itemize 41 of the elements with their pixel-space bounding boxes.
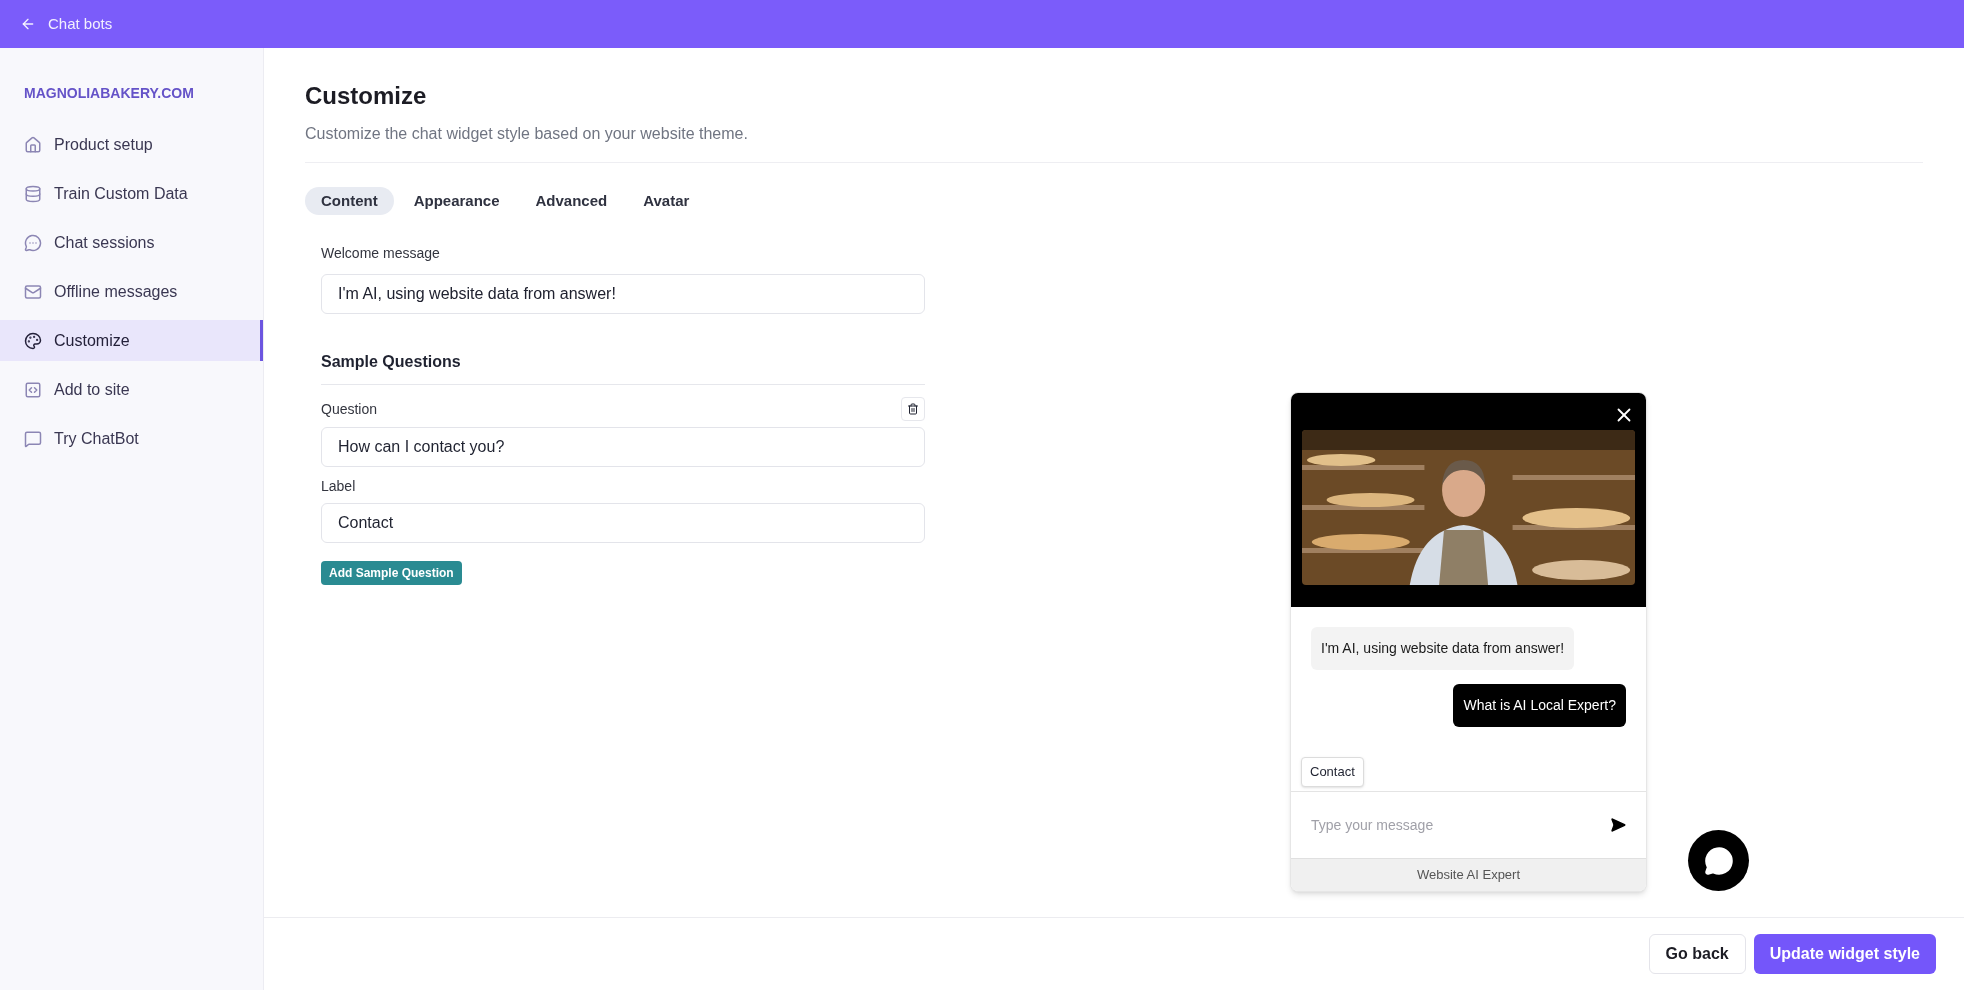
- message-field[interactable]: Type your message: [1311, 814, 1610, 836]
- house-icon: [24, 135, 42, 154]
- user-message: What is AI Local Expert?: [1453, 684, 1626, 727]
- sidebar-item[interactable]: Customize: [0, 320, 263, 361]
- sidebar-item[interactable]: Train Custom Data: [0, 173, 263, 214]
- field-label: Label: [321, 477, 357, 496]
- tab[interactable]: Avatar: [627, 187, 706, 215]
- back-link[interactable]: Chat bots: [20, 12, 113, 36]
- quick-reply-chip[interactable]: Contact: [1301, 757, 1364, 787]
- sidebar-item[interactable]: Add to site: [0, 369, 263, 410]
- code-window-icon: [24, 380, 42, 399]
- envelope-icon: [24, 282, 42, 301]
- label-field[interactable]: Contact: [321, 503, 925, 543]
- trash-icon: [907, 403, 919, 415]
- chat-launcher-button[interactable]: [1688, 830, 1749, 891]
- update-button[interactable]: Update widget style: [1753, 934, 1936, 974]
- add-sample-question-button[interactable]: Add Sample Question: [321, 561, 462, 585]
- sidebar-item[interactable]: Chat sessions: [0, 222, 263, 263]
- page-title: Customize: [305, 81, 428, 111]
- palette-icon: [24, 331, 42, 350]
- field-label: Welcome message: [321, 244, 441, 263]
- sidebar-item[interactable]: Offline messages: [0, 271, 263, 312]
- widget-footer: Website AI Expert: [1291, 858, 1646, 891]
- site-name: MAGNOLIABAKERY.COM: [23, 84, 195, 103]
- field-label: Question: [321, 399, 378, 419]
- delete-button[interactable]: [901, 397, 925, 421]
- go-back-button[interactable]: Go back: [1648, 934, 1746, 974]
- welcome-message-field[interactable]: I'm AI, using website data from answer!: [321, 274, 925, 314]
- database-icon: [24, 184, 42, 203]
- sidebar-item[interactable]: Try ChatBot: [0, 418, 263, 459]
- tab[interactable]: Appearance: [397, 187, 516, 215]
- chat-bubble-icon: [1703, 845, 1734, 876]
- question-field[interactable]: How can I contact you?: [321, 427, 925, 467]
- bot-message: I'm AI, using website data from answer!: [1311, 627, 1575, 670]
- page-subtitle: Customize the chat widget style based on your website theme.: [305, 122, 1923, 163]
- chat-bubble-icon: [24, 233, 42, 252]
- section-title: Sample Questions: [321, 350, 925, 385]
- tab[interactable]: Advanced: [519, 187, 624, 215]
- tab[interactable]: Content: [305, 187, 394, 215]
- send-icon[interactable]: [1610, 817, 1626, 833]
- sidebar-item[interactable]: Product setup: [0, 124, 263, 165]
